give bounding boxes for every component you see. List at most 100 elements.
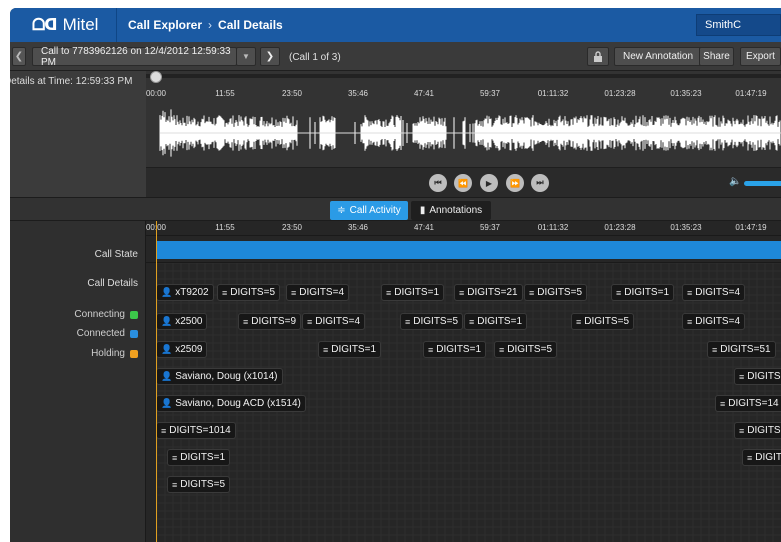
new-annotation-button[interactable]: New Annotation [614,47,702,66]
digits-event[interactable]: ≡DIGITS= [734,422,781,439]
time-tick: 47:41 [413,223,435,232]
time-tick: 47:41 [413,89,435,98]
header-divider [116,8,117,42]
digits-event[interactable]: ≡ DIGIT [742,449,781,466]
playhead-marker[interactable] [156,221,157,542]
digits-event[interactable]: ≡ DIGITS=5 [217,284,281,301]
party-event[interactable]: 👤 xT9202 [156,284,214,301]
tab-annotations[interactable]: ▮ Annotations [411,201,491,220]
call-selector-dropdown[interactable]: ▼ [236,47,256,66]
signal-icon: ≡ [687,287,693,298]
signal-icon: ≡ [499,344,505,355]
digits-event[interactable]: ≡ DIGITS=14 [715,395,781,412]
legend-connecting: Connecting [10,309,138,320]
time-tick: 01:35:23 [670,89,702,98]
event-label: DIGITS=51 [720,344,771,355]
share-button[interactable]: Share [699,47,734,66]
signal-icon: ≡ [161,425,167,436]
mitel-logo[interactable]: ᗝᗡ Mitel [32,15,98,35]
time-tick: 00:00 [145,89,167,98]
tab-call-activity[interactable]: ≑ Call Activity [330,201,408,220]
call-state-label: Call State [94,249,138,260]
digits-event[interactable]: ≡ DIGITS=9 [238,313,302,330]
digits-event[interactable]: ≡ DIGITS=1 [423,341,487,358]
time-tick: 01:11:32 [537,89,569,98]
scrub-handle[interactable] [150,71,162,83]
digits-event[interactable]: ≡ DIGITS=5 [167,476,231,493]
digits-event[interactable]: ≡DIGITS= [734,368,781,385]
chevron-down-icon: ▼ [242,52,250,61]
call-selector[interactable]: Call to 7783962126 on 12/4/2012 12:59:33… [32,46,237,68]
signal-icon: ≡ [172,479,178,490]
audio-waveform[interactable] [146,103,781,163]
digits-event[interactable]: ≡ DIGITS=51 [707,341,776,358]
digits-event[interactable]: ≡ DIGITS=1 [167,449,231,466]
skip-end-icon: ⏭ [536,178,544,187]
app-header: ᗝᗡ Mitel Call Explorer › Call Details Smit… [10,8,781,42]
signal-icon: ≡ [576,316,582,327]
party-event[interactable]: 👤 Saviano, Doug (x1014) [156,368,283,385]
skip-start-button[interactable]: ⏮ [429,174,447,192]
event-label: xT9202 [175,287,209,298]
scrub-track[interactable] [146,74,781,78]
event-label: DIGIT [755,452,781,463]
left-panel: Details at Time: 12:59:33 PM [10,71,146,542]
previous-call-button[interactable]: ❮ [12,47,26,66]
audio-waveform-panel[interactable]: 00:00 11:55 23:50 35:46 47:41 59:37 01:11:32 01… [146,71,781,179]
digits-event[interactable]: ≡ DIGITS=4 [682,313,746,330]
digits-event[interactable]: ≡ DIGITS=1 [318,341,382,358]
signal-icon: ≡ [459,287,465,298]
digits-event[interactable]: ≡ DIGITS=1 [611,284,675,301]
volume-slider[interactable] [744,181,781,186]
event-label: DIGITS=5 [180,479,226,490]
digits-event[interactable]: ≡ DIGITS=4 [286,284,350,301]
event-label: DIGITS=5 [413,316,459,327]
party-event[interactable]: 👤 Saviano, Doug ACD (x1514) [156,395,306,412]
chevron-left-icon: ❮ [14,51,24,62]
event-label: Saviano, Doug ACD (x1514) [175,398,301,409]
digits-event[interactable]: ≡ DIGITS=1014 [156,422,236,439]
event-label: DIGITS=14 [728,398,779,409]
view-tabs: ≑ Call Activity ▮ Annotations [10,197,781,221]
play-button[interactable]: ▶ [480,174,498,192]
signal-icon: ≡ [222,287,228,298]
event-label: DIGITS=5 [507,344,553,355]
event-label: Saviano, Doug (x1014) [175,371,278,382]
activity-icon: ≑ [337,205,346,216]
digits-event[interactable]: ≡ DIGITS=5 [494,341,558,358]
digits-event[interactable]: ≡ DIGITS=1 [381,284,445,301]
user-menu[interactable]: SmithC [696,14,781,36]
volume-icon[interactable]: 🔈 [729,176,741,187]
party-event[interactable]: 👤 x2509 [156,341,208,358]
digits-event[interactable]: ≡ DIGITS=5 [400,313,464,330]
time-tick: 01:11:32 [537,223,569,232]
fast-forward-icon: ⏩ [510,178,520,188]
export-button[interactable]: Export [740,47,781,66]
lock-icon [594,51,602,62]
party-event[interactable]: 👤 x2500 [156,313,208,330]
digits-event[interactable]: ≡ DIGITS=4 [302,313,366,330]
details-at-time: Details at Time: 12:59:33 PM [10,76,133,87]
timeline-time-axis: 00:0011:5523:5035:4647:4159:3701:11:3201… [146,221,781,235]
signal-icon: ≡ [720,398,726,409]
signal-icon: ≡ [291,287,297,298]
digits-event[interactable]: ≡ DIGITS=1 [464,313,528,330]
lock-button[interactable] [587,47,609,66]
next-call-button[interactable]: ❯ [260,47,280,66]
breadcrumb-call-explorer[interactable]: Call Explorer [128,18,202,32]
fast-forward-button[interactable]: ⏩ [506,174,524,192]
call-state-row [146,235,781,263]
time-tick: 11:55 [215,89,235,98]
person-icon: 👤 [161,287,173,297]
skip-end-button[interactable]: ⏭ [531,174,549,192]
digits-event[interactable]: ≡ DIGITS=21 [454,284,523,301]
rewind-button[interactable]: ⏪ [454,174,472,192]
legend-holding: Holding [10,348,138,359]
digits-event[interactable]: ≡ DIGITS=4 [682,284,746,301]
call-state-connected-bar[interactable] [157,241,781,259]
event-label: DIGITS=1 [477,316,523,327]
digits-event[interactable]: ≡ DIGITS=5 [571,313,635,330]
person-icon: 👤 [161,344,173,354]
comment-icon: ▮ [419,205,426,216]
digits-event[interactable]: ≡ DIGITS=5 [524,284,588,301]
